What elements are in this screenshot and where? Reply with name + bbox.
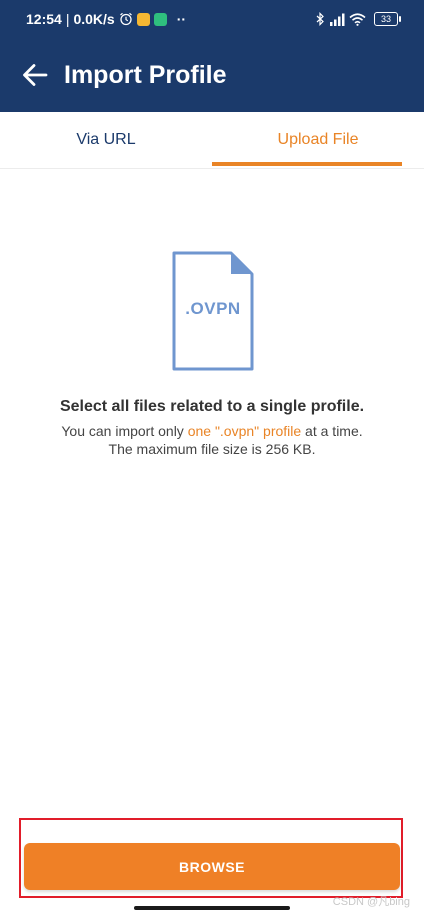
file-illustration: .OVPN [170, 250, 256, 372]
status-more: ·· [176, 11, 187, 27]
instructions-line-1: You can import only one ".ovpn" profile … [0, 423, 424, 439]
tab-via-url-label: Via URL [76, 131, 136, 148]
status-time: 12:54 [26, 11, 62, 27]
battery-icon: 33 [374, 12, 401, 26]
status-bar: 12:54 | 0.0K/s ·· 33 [0, 0, 424, 38]
active-tab-indicator [212, 162, 402, 166]
alarm-icon [119, 12, 133, 26]
file-extension-label: .OVPN [185, 299, 241, 318]
tab-upload-file-label: Upload File [277, 131, 359, 148]
watermark: CSDN @凡bing [332, 896, 410, 908]
instructions-line-1-prefix: You can import only [61, 423, 188, 439]
wifi-icon [349, 12, 366, 26]
import-tabs: Via URL Upload File [0, 112, 424, 169]
app-bar: Import Profile [0, 38, 424, 112]
tab-upload-file[interactable]: Upload File [212, 112, 424, 168]
status-left: 12:54 | 0.0K/s ·· [26, 11, 186, 27]
signal-icon [329, 13, 345, 26]
arrow-left-icon [23, 64, 48, 86]
status-right: 33 [316, 12, 401, 26]
instructions-line-1-suffix: at a time. [301, 423, 363, 439]
shield-app-icon [153, 12, 167, 26]
bluetooth-icon [316, 12, 325, 26]
app-notification-icon [136, 12, 150, 26]
browse-button-label: BROWSE [179, 858, 245, 875]
instructions-title: Select all files related to a single pro… [59, 398, 365, 415]
browse-button[interactable]: BROWSE [24, 843, 400, 890]
status-separator: | [65, 11, 70, 27]
instructions-line-2: The maximum file size is 256 KB. [108, 441, 316, 457]
tab-via-url[interactable]: Via URL [0, 112, 212, 168]
page-title: Import Profile [64, 60, 227, 89]
status-net-speed: 0.0K/s [73, 11, 115, 27]
home-indicator[interactable] [134, 906, 290, 910]
instructions-highlight: one ".ovpn" profile [187, 423, 302, 439]
back-button[interactable] [22, 62, 48, 88]
